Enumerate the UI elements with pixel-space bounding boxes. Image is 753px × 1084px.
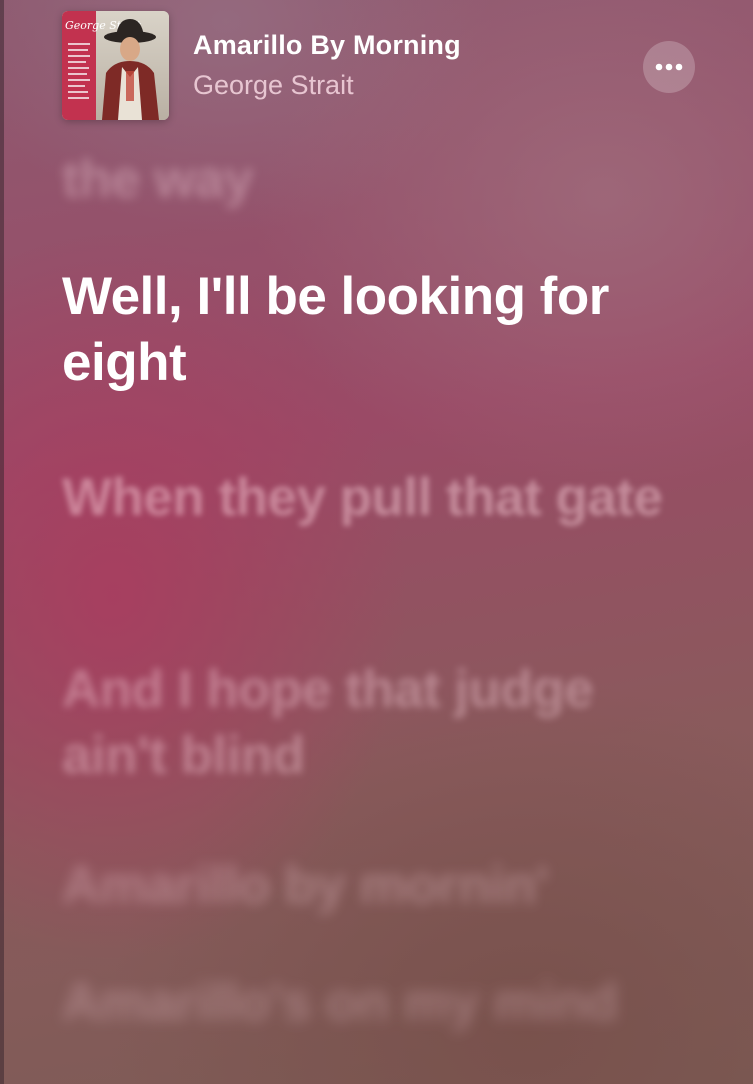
lyric-line-previous[interactable]: the way (62, 147, 682, 213)
album-cover-image: George Strait (62, 11, 169, 120)
artist-name[interactable]: George Strait (193, 70, 354, 101)
lyric-line-current[interactable]: Well, I'll be looking for eight (62, 264, 682, 396)
more-options-button[interactable] (643, 41, 695, 93)
song-title: Amarillo By Morning (193, 30, 461, 60)
album-artwork[interactable]: George Strait (62, 11, 169, 120)
now-playing-header: George Strait Amarillo By Morning George… (0, 0, 753, 130)
ellipsis-icon (655, 63, 683, 71)
lyric-line-upcoming[interactable]: Amarillo's on my mind (62, 970, 682, 1036)
lyric-line-upcoming[interactable]: When they pull that gate (62, 465, 682, 531)
lyric-line-upcoming[interactable]: And I hope that judge ain't blind (62, 657, 682, 789)
lyric-line-upcoming[interactable]: Amarillo by mornin' (62, 853, 682, 919)
window-edge (0, 0, 4, 1084)
